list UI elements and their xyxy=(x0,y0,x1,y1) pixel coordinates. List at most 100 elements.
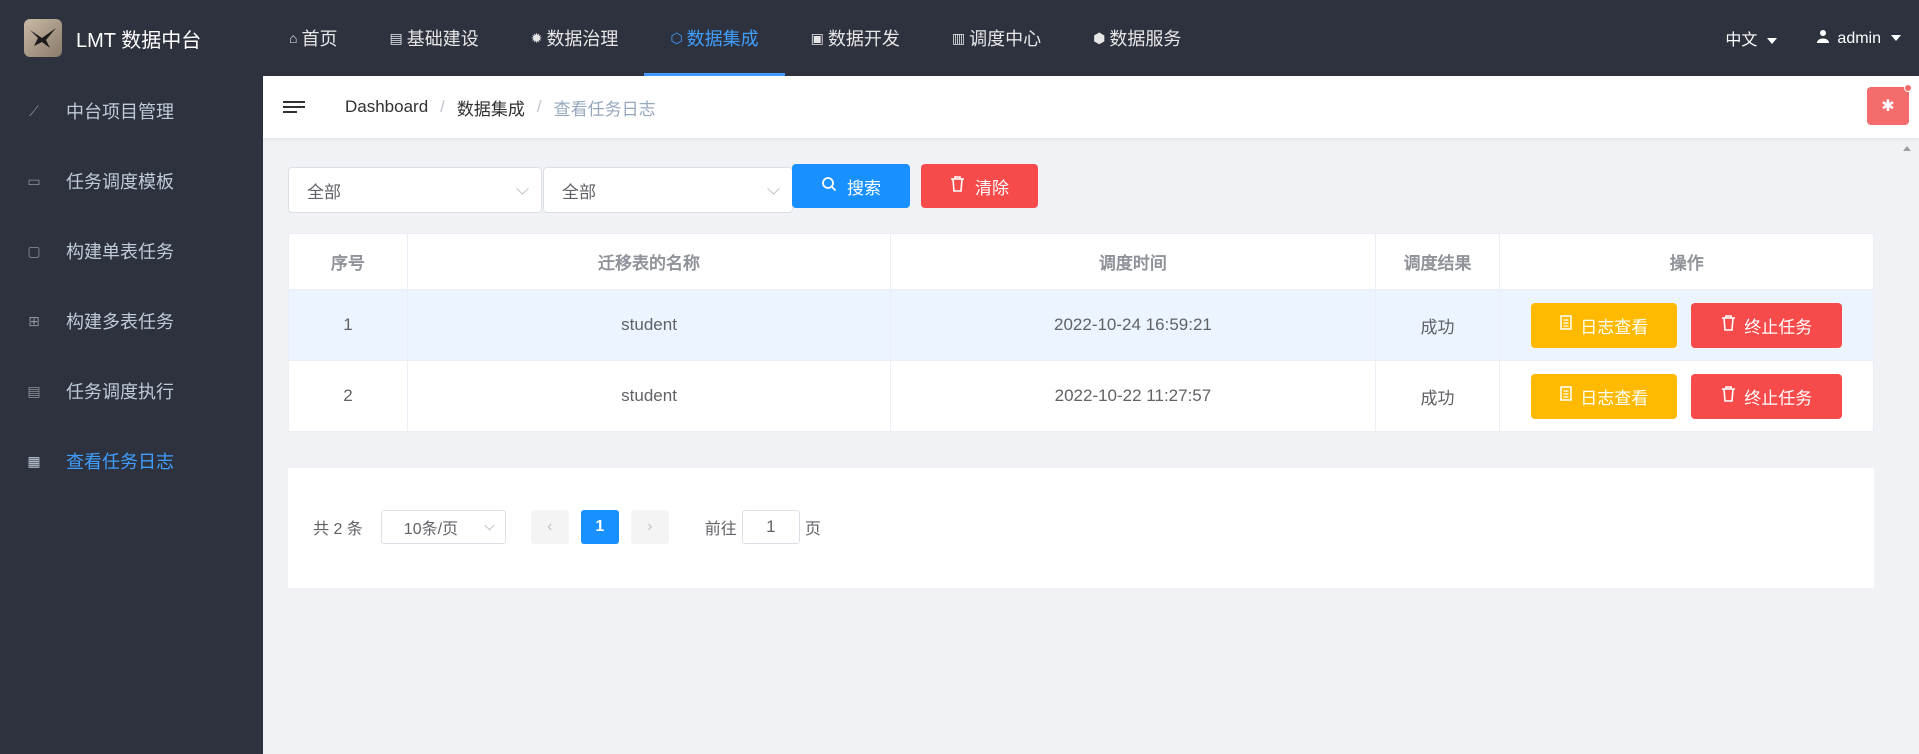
error-log-button[interactable]: ✱ xyxy=(1867,84,1912,125)
chevron-down-icon xyxy=(767,182,780,195)
gear-icon: ✹ xyxy=(530,29,543,46)
cell-schedule-result: 成功 xyxy=(1376,361,1501,431)
cell-index: 2 xyxy=(289,361,408,431)
sidebar-item-label: 构建单表任务 xyxy=(66,242,174,262)
trash-icon xyxy=(1721,385,1736,407)
template-icon: ▭ xyxy=(27,172,41,189)
sidebar-item-4[interactable]: ▤ 任务调度执行 xyxy=(0,356,263,426)
user-name: admin xyxy=(1837,29,1881,47)
cube-icon: ⬡ xyxy=(670,29,683,46)
sidebar-item-label: 查看任务日志 xyxy=(66,452,174,472)
task-log-table: 序号 迁移表的名称 调度时间 调度结果 操作 1 student 2022-10-2… xyxy=(288,233,1874,432)
breadcrumb-current: 查看任务日志 xyxy=(553,99,656,119)
caret-down-icon xyxy=(1767,37,1778,44)
clear-button[interactable]: 清除 xyxy=(921,164,1038,208)
chevron-right-icon: › xyxy=(647,518,653,535)
clipboard-icon: ▥ xyxy=(951,29,966,46)
sidebar-item-label: 构建多表任务 xyxy=(66,312,174,332)
language-dropdown[interactable]: 中文 xyxy=(1725,26,1778,50)
view-log-label: 日志查看 xyxy=(1580,388,1649,408)
topnav-item-6[interactable]: ⬢ 数据服务 xyxy=(1067,0,1207,76)
user-dropdown[interactable]: admin xyxy=(1817,29,1901,48)
topnav-item-label: 数据开发 xyxy=(827,29,900,49)
sidebar-item-1[interactable]: ▭ 任务调度模板 xyxy=(0,146,263,216)
hamburger-toggle-icon[interactable] xyxy=(283,98,305,116)
topnav-item-5[interactable]: ▥ 调度中心 xyxy=(926,0,1067,76)
sidebar-item-2[interactable]: ▢ 构建单表任务 xyxy=(0,216,263,286)
header-table-name: 迁移表的名称 xyxy=(408,234,892,289)
filter-select-1-value: 全部 xyxy=(307,182,341,202)
page-size-value: 10条/页 xyxy=(403,521,459,538)
execute-icon: ▤ xyxy=(27,382,41,399)
filter-select-1[interactable]: 全部 xyxy=(288,167,542,213)
cell-schedule-result: 成功 xyxy=(1376,290,1501,360)
app-title: LMT 数据中台 xyxy=(76,29,202,52)
multi-table-icon: ⊞ xyxy=(28,312,40,329)
topnav-item-label: 调度中心 xyxy=(969,29,1042,49)
cell-index: 1 xyxy=(289,290,408,360)
search-button-label: 搜索 xyxy=(847,178,881,198)
clear-button-label: 清除 xyxy=(975,178,1009,198)
caret-down-icon xyxy=(1891,35,1901,42)
sidebar-item-5[interactable]: ▦ 查看任务日志 xyxy=(0,426,263,496)
next-page-button[interactable]: › xyxy=(630,510,669,544)
pagination-total: 共 2 条 xyxy=(313,521,363,538)
language-label: 中文 xyxy=(1725,32,1758,49)
document-icon xyxy=(1560,315,1572,335)
monitor-icon: ▣ xyxy=(810,29,824,46)
home-icon: ⌂ xyxy=(289,30,298,46)
table-row[interactable]: 1 student 2022-10-24 16:59:21 成功 日志查看 终止任务 xyxy=(289,290,1873,361)
search-button[interactable]: 搜索 xyxy=(792,164,910,208)
breadcrumb: Dashboard / 数据集成 / 查看任务日志 xyxy=(345,95,656,120)
table-header: 序号 迁移表的名称 调度时间 调度结果 操作 xyxy=(289,234,1873,290)
sidebar-item-label: 中台项目管理 xyxy=(66,102,174,122)
cell-actions: 日志查看 终止任务 xyxy=(1500,361,1873,431)
breadcrumb-dashboard[interactable]: Dashboard xyxy=(345,97,428,117)
topnav-item-1[interactable]: ▤ 基础建设 xyxy=(363,0,504,76)
scrollbar-up-arrow-icon[interactable] xyxy=(1903,146,1911,151)
view-log-label: 日志查看 xyxy=(1580,317,1649,337)
filter-select-2-value: 全部 xyxy=(562,182,596,202)
filter-select-2[interactable]: 全部 xyxy=(543,167,793,213)
topnav-item-0[interactable]: ⌂ 首页 xyxy=(263,0,363,76)
pagination: 共 2 条 10条/页 ‹ 1 › 前往 1 页 xyxy=(313,510,821,544)
sidebar-item-label: 任务调度模板 xyxy=(66,172,174,192)
logo[interactable]: LMT 数据中台 xyxy=(0,0,263,76)
header-index: 序号 xyxy=(289,234,408,289)
stop-task-button[interactable]: 终止任务 xyxy=(1691,373,1843,419)
chevron-down-icon xyxy=(484,520,495,531)
page-number-current[interactable]: 1 xyxy=(580,510,619,544)
sidebar-item-0[interactable]: ⟋ 中台项目管理 xyxy=(0,76,263,146)
chevron-down-icon xyxy=(516,182,529,195)
table-row[interactable]: 2 student 2022-10-22 11:27:57 成功 日志查看 终止任务 xyxy=(289,361,1873,431)
breadcrumb-separator: / xyxy=(440,97,445,116)
topnav-item-3[interactable]: ⬡ 数据集成 xyxy=(644,0,785,76)
pagination-panel: 共 2 条 10条/页 ‹ 1 › 前往 1 页 xyxy=(288,468,1874,588)
goto-suffix: 页 xyxy=(804,521,821,538)
topnav-item-4[interactable]: ▣ 数据开发 xyxy=(785,0,926,76)
topnav-item-2[interactable]: ✹ 数据治理 xyxy=(505,0,645,76)
header-actions: 操作 xyxy=(1669,254,1704,273)
topnav-item-label: 数据治理 xyxy=(546,29,619,49)
view-log-button[interactable]: 日志查看 xyxy=(1531,302,1678,348)
topnav-item-label: 基础建设 xyxy=(406,29,479,49)
page-size-select[interactable]: 10条/页 xyxy=(380,510,506,544)
document-icon: ▤ xyxy=(389,29,403,46)
box-icon: ⬢ xyxy=(1093,29,1106,46)
sidebar-item-3[interactable]: ⊞ 构建多表任务 xyxy=(0,286,263,356)
view-log-button[interactable]: 日志查看 xyxy=(1531,373,1678,419)
breadcrumb-data-integration[interactable]: 数据集成 xyxy=(457,95,525,120)
breadcrumb-bar: Dashboard / 数据集成 / 查看任务日志 ✱ xyxy=(263,76,1919,138)
document-icon xyxy=(1560,386,1572,406)
notification-dot xyxy=(1904,84,1912,92)
stop-task-button[interactable]: 终止任务 xyxy=(1691,302,1843,348)
bug-icon: ✱ xyxy=(1881,98,1895,115)
chart-line-icon: ⟋ xyxy=(29,102,39,119)
stop-task-label: 终止任务 xyxy=(1744,388,1813,408)
goto-prefix: 前往 xyxy=(704,521,737,538)
prev-page-button[interactable]: ‹ xyxy=(530,510,569,544)
sidebar-item-label: 任务调度执行 xyxy=(66,382,174,402)
goto-page-input[interactable]: 1 xyxy=(741,510,800,544)
log-icon: ▦ xyxy=(27,452,41,469)
top-navbar: LMT 数据中台 ⌂ 首页 ▤ 基础建设 ✹ 数据治理 ⬡ 数据集成 ▣ 数据开发 ▥ 调度中心 ⬢ 数据… xyxy=(0,0,1919,76)
